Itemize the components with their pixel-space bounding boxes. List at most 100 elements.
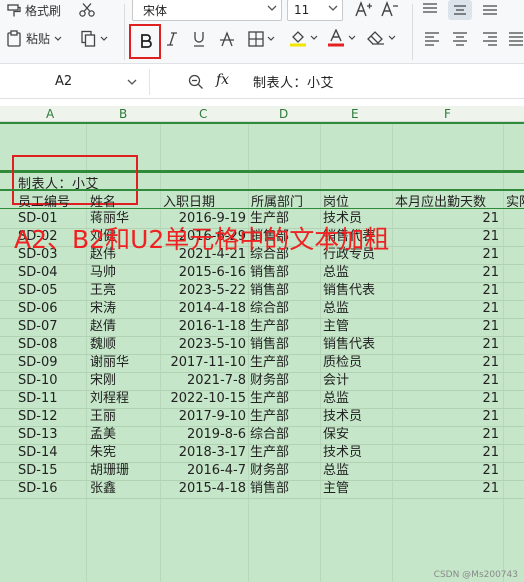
- table-cell[interactable]: 质检员: [323, 354, 362, 372]
- table-cell[interactable]: 2023-5-22: [160, 282, 246, 300]
- table-cell[interactable]: 谢丽华: [90, 354, 129, 372]
- font-size-select[interactable]: 11: [287, 0, 343, 21]
- table-cell[interactable]: SD-13: [18, 426, 58, 444]
- justify-button[interactable]: [508, 32, 524, 46]
- paste-button[interactable]: 粘贴: [6, 30, 62, 47]
- table-cell[interactable]: SD-10: [18, 372, 58, 390]
- table-cell[interactable]: SD-06: [18, 300, 58, 318]
- table-cell[interactable]: 21: [392, 444, 499, 462]
- table-cell[interactable]: 魏顺: [90, 336, 116, 354]
- decrease-font-size-button[interactable]: [381, 1, 399, 17]
- table-cell[interactable]: 销售部: [250, 336, 289, 354]
- table-cell[interactable]: SD-16: [18, 480, 58, 498]
- align-right-button[interactable]: [482, 32, 498, 46]
- table-cell[interactable]: 21: [392, 408, 499, 426]
- table-cell[interactable]: 总监: [323, 462, 349, 480]
- table-cell[interactable]: 21: [392, 480, 499, 498]
- table-cell[interactable]: SD-12: [18, 408, 58, 426]
- table-cell[interactable]: 综合部: [250, 426, 289, 444]
- font-name-select[interactable]: 宋体: [132, 0, 282, 21]
- fill-color-button[interactable]: [289, 29, 318, 47]
- table-cell[interactable]: SD-04: [18, 264, 58, 282]
- table-cell[interactable]: 赵倩: [90, 318, 116, 336]
- table-cell[interactable]: 2016-1-18: [160, 318, 246, 336]
- table-cell[interactable]: 21: [392, 246, 499, 264]
- table-cell[interactable]: 销售部: [250, 282, 289, 300]
- table-cell[interactable]: 保安: [323, 426, 349, 444]
- table-cell[interactable]: 宋刚: [90, 372, 116, 390]
- table-cell[interactable]: 2023-5-10: [160, 336, 246, 354]
- table-cell[interactable]: 生产部: [250, 354, 289, 372]
- table-cell[interactable]: 孟美: [90, 426, 116, 444]
- table-cell[interactable]: SD-05: [18, 282, 58, 300]
- table-cell[interactable]: 销售代表: [323, 336, 375, 354]
- table-cell[interactable]: 马帅: [90, 264, 116, 282]
- column-header[interactable]: E: [351, 106, 359, 122]
- table-cell[interactable]: 2015-6-16: [160, 264, 246, 282]
- insert-function-button[interactable]: fx: [216, 72, 229, 88]
- table-cell[interactable]: 刘程程: [90, 390, 129, 408]
- table-cell[interactable]: 2019-8-6: [160, 426, 246, 444]
- table-cell[interactable]: 21: [392, 228, 499, 246]
- table-cell[interactable]: 生产部: [250, 408, 289, 426]
- formula-content[interactable]: 制表人：小艾: [253, 72, 334, 91]
- copy-button[interactable]: [80, 30, 108, 47]
- table-cell[interactable]: 会计: [323, 372, 349, 390]
- table-cell[interactable]: 王亮: [90, 282, 116, 300]
- table-cell[interactable]: 销售部: [250, 480, 289, 498]
- worksheet-grid[interactable]: 制表人：小艾 员工编号 姓名 入职日期 所属部门 岗位 本月应出勤天数 实际 S…: [0, 122, 524, 582]
- align-center-button[interactable]: [452, 32, 468, 46]
- italic-button[interactable]: [166, 32, 178, 46]
- cut-button[interactable]: [78, 2, 96, 18]
- table-cell[interactable]: 主管: [323, 318, 349, 336]
- border-button[interactable]: [248, 31, 275, 47]
- table-cell[interactable]: 财务部: [250, 372, 289, 390]
- name-box[interactable]: A2: [0, 69, 150, 95]
- table-cell[interactable]: 2016-4-7: [160, 462, 246, 480]
- table-cell[interactable]: 21: [392, 390, 499, 408]
- table-cell[interactable]: 销售部: [250, 264, 289, 282]
- table-cell[interactable]: 主管: [323, 480, 349, 498]
- table-cell[interactable]: 宋涛: [90, 300, 116, 318]
- table-cell[interactable]: 21: [392, 282, 499, 300]
- table-cell[interactable]: 技术员: [323, 408, 362, 426]
- table-cell[interactable]: 生产部: [250, 318, 289, 336]
- table-cell[interactable]: 综合部: [250, 300, 289, 318]
- table-cell[interactable]: 总监: [323, 390, 349, 408]
- zoom-search-icon[interactable]: [188, 74, 204, 90]
- align-top-button[interactable]: [422, 3, 438, 15]
- align-middle-button[interactable]: [448, 0, 472, 20]
- table-cell[interactable]: SD-11: [18, 390, 58, 408]
- table-cell[interactable]: 2014-4-18: [160, 300, 246, 318]
- table-cell[interactable]: 21: [392, 318, 499, 336]
- table-cell[interactable]: SD-15: [18, 462, 58, 480]
- table-cell[interactable]: 2015-4-18: [160, 480, 246, 498]
- format-painter-button[interactable]: 格式刷: [6, 2, 61, 19]
- align-left-button[interactable]: [424, 32, 440, 46]
- table-cell[interactable]: 生产部: [250, 444, 289, 462]
- align-bottom-button[interactable]: [482, 3, 498, 15]
- column-header[interactable]: D: [279, 106, 288, 122]
- table-cell[interactable]: 21: [392, 336, 499, 354]
- table-cell[interactable]: 21: [392, 354, 499, 372]
- table-cell[interactable]: 王丽: [90, 408, 116, 426]
- underline-button[interactable]: [192, 31, 206, 47]
- table-cell[interactable]: 朱宪: [90, 444, 116, 462]
- table-cell[interactable]: 2021-7-8: [160, 372, 246, 390]
- column-header[interactable]: F: [444, 106, 451, 122]
- table-cell[interactable]: SD-08: [18, 336, 58, 354]
- table-cell[interactable]: 生产部: [250, 390, 289, 408]
- table-cell[interactable]: 销售代表: [323, 282, 375, 300]
- table-cell[interactable]: SD-07: [18, 318, 58, 336]
- table-cell[interactable]: 21: [392, 264, 499, 282]
- table-cell[interactable]: 总监: [323, 300, 349, 318]
- clear-format-button[interactable]: [367, 30, 396, 46]
- table-cell[interactable]: 2022-10-15: [160, 390, 246, 408]
- strikethrough-button[interactable]: [219, 31, 235, 47]
- table-cell[interactable]: 21: [392, 300, 499, 318]
- table-cell[interactable]: 2017-11-10: [160, 354, 246, 372]
- column-header[interactable]: A: [46, 106, 54, 122]
- table-cell[interactable]: 21: [392, 426, 499, 444]
- table-cell[interactable]: 21: [392, 210, 499, 228]
- increase-font-size-button[interactable]: [355, 1, 373, 17]
